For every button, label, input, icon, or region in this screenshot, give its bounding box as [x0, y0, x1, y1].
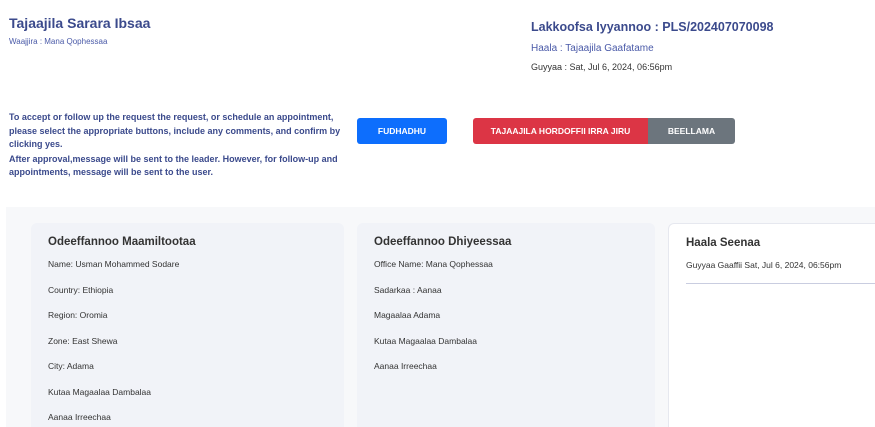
- request-meta: Lakkoofsa Iyyannoo : PLS/202407070098 Ha…: [531, 20, 774, 72]
- request-date: Guyyaa : Sat, Jul 6, 2024, 06:56pm: [531, 62, 673, 72]
- request-detail-page: Tajaajila Sarara Ibsaa Waajjira : Mana Q…: [0, 0, 875, 427]
- instructions-line-2: After approval,message will be sent to t…: [9, 153, 338, 178]
- customer-info-card: Odeeffannoo Maamiltootaa Name: Usman Moh…: [31, 223, 344, 427]
- instructions-text: To accept or follow up the request the r…: [9, 111, 344, 180]
- request-status: Haala : Tajaajila Gaafatame: [531, 43, 654, 54]
- office-woreda: Aanaa Irreechaa: [374, 361, 437, 371]
- office-subcity: Kutaa Magaalaa Dambalaa: [374, 335, 478, 346]
- customer-city: City: Adama: [48, 361, 94, 371]
- office-name: Office Name: Mana Qophessaa: [374, 259, 493, 269]
- customer-subcity: Kutaa Magaalaa Dambalaa: [48, 386, 152, 397]
- status-card-title: Haala Seenaa: [686, 237, 761, 249]
- service-card-title: Odeeffannoo Dhiyeessaa: [374, 236, 512, 248]
- page-title: Tajaajila Sarara Ibsaa: [9, 15, 151, 31]
- divider: [686, 283, 875, 284]
- status-request-date: Guyyaa Gaaffii Sat, Jul 6, 2024, 06:56pm: [686, 260, 842, 270]
- customer-card-title: Odeeffannoo Maamiltootaa: [48, 236, 196, 248]
- office-subtitle: Waajjira : Mana Qophessaa: [9, 37, 108, 46]
- follow-up-button[interactable]: TAJAAJILA HORDOFFII IRRA JIRU: [473, 118, 648, 144]
- office-level: Sadarkaa : Aanaa: [374, 284, 442, 295]
- instructions-line-1: To accept or follow up the request the r…: [9, 112, 341, 149]
- service-provider-card: Odeeffannoo Dhiyeessaa Office Name: Mana…: [357, 223, 655, 427]
- customer-woreda: Aanaa Irreechaa: [48, 412, 111, 422]
- customer-zone: Zone: East Shewa: [48, 335, 118, 346]
- accept-button[interactable]: FUDHADHU: [357, 118, 447, 144]
- customer-name: Name: Usman Mohammed Sodare: [48, 259, 180, 269]
- customer-region: Region: Oromia: [48, 310, 108, 320]
- schedule-button[interactable]: BEELLAMA: [648, 118, 735, 144]
- request-number: Lakkoofsa Iyyannoo : PLS/202407070098: [531, 20, 774, 34]
- status-history-card: Haala Seenaa Guyyaa Gaaffii Sat, Jul 6, …: [668, 223, 875, 427]
- customer-country: Country: Ethiopia: [48, 284, 114, 295]
- office-city: Magaalaa Adama: [374, 310, 441, 320]
